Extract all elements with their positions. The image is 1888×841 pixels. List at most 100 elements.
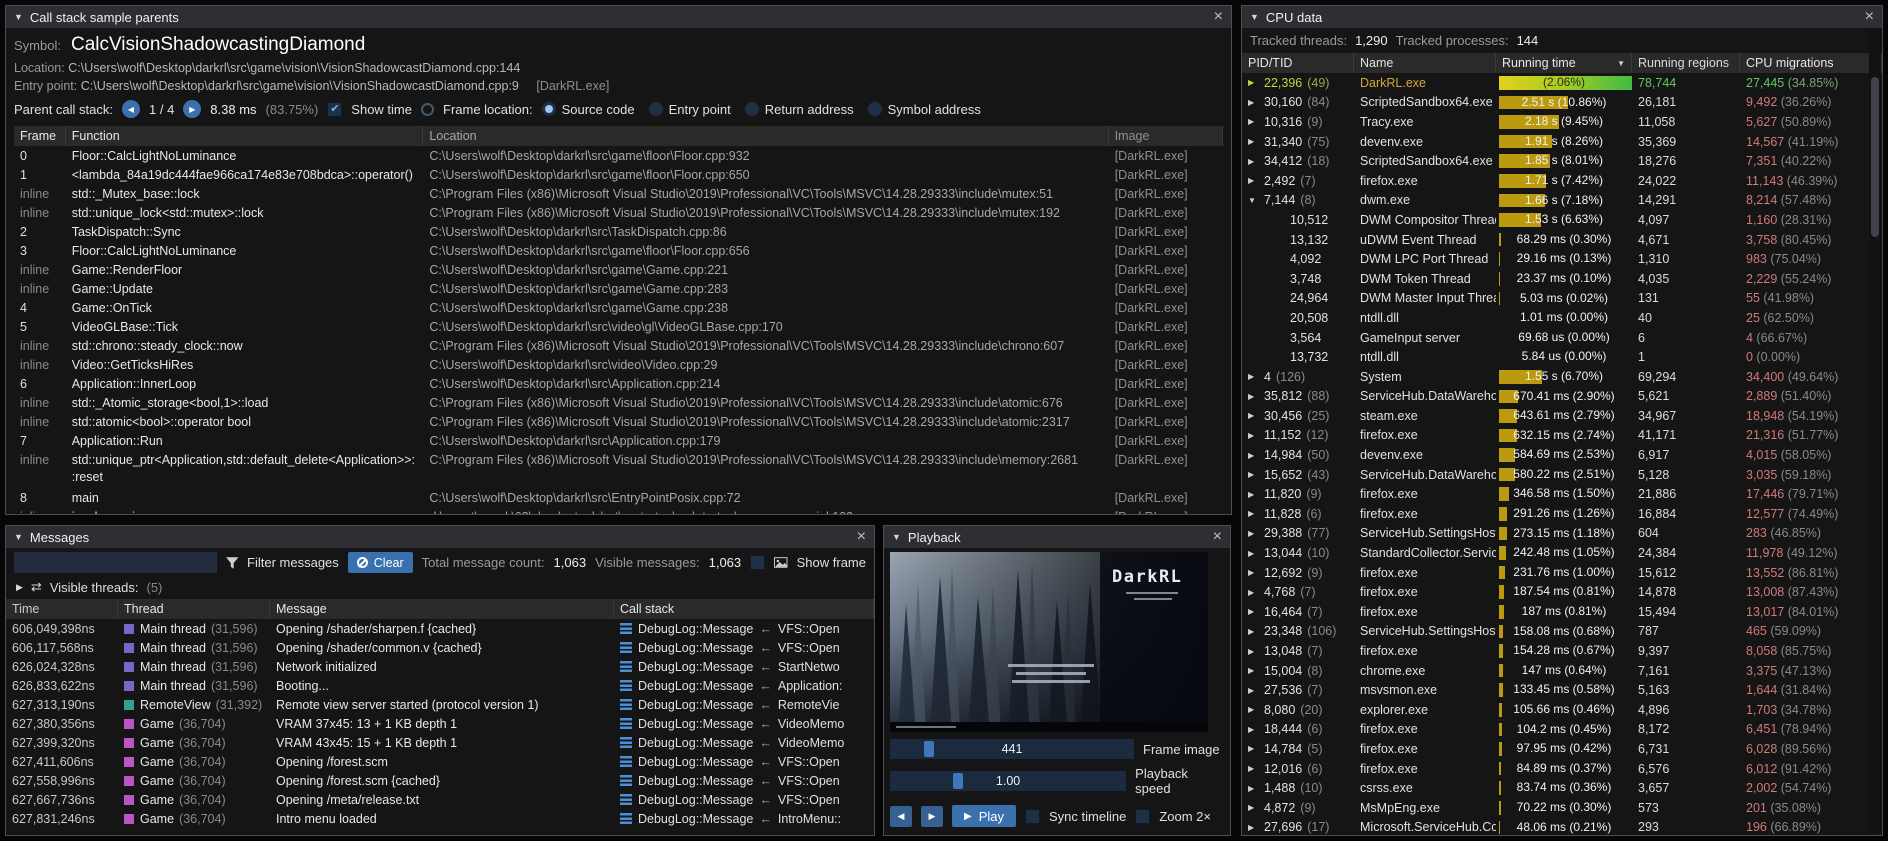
next-frame-button[interactable]: ▶ xyxy=(921,806,943,827)
show-time-checkbox[interactable] xyxy=(327,102,342,117)
callstack-row[interactable]: 0Floor::CalcLightNoLuminanceC:\Users\wol… xyxy=(14,146,1223,165)
cpu-row[interactable]: ▶16,464(7)firefox.exe187 ms (0.81%)15,49… xyxy=(1242,602,1882,622)
playback-speed-slider[interactable]: 1.00 xyxy=(890,771,1126,791)
callstack-list-icon[interactable] xyxy=(620,661,632,672)
cpu-row[interactable]: ▼7,144(8)dwm.exe1.66 s (7.18%)14,2918,21… xyxy=(1242,191,1882,211)
cpu-row[interactable]: ▶27,696(17)Microsoft.ServiceHub.Co48.06 … xyxy=(1242,818,1882,836)
radio-icon[interactable] xyxy=(649,102,663,116)
message-row[interactable]: 606,049,398nsMain thread(31,596)Opening … xyxy=(6,619,874,638)
callstack-list-icon[interactable] xyxy=(620,737,632,748)
callstack-list-icon[interactable] xyxy=(620,623,632,634)
expand-icon[interactable]: ▶ xyxy=(1248,78,1259,87)
expand-icon[interactable]: ▶ xyxy=(1248,451,1259,460)
callstack-list-icon[interactable] xyxy=(620,642,632,653)
message-row[interactable]: 627,411,606nsGame(36,704)Opening /forest… xyxy=(6,752,874,771)
message-row[interactable]: 627,831,246nsGame(36,704)Intro menu load… xyxy=(6,809,874,828)
cpu-row[interactable]: ▶18,444(6)firefox.exe104.2 ms (0.45%)8,1… xyxy=(1242,720,1882,740)
cpu-row[interactable]: ▶11,828(6)firefox.exe291.26 ms (1.26%)16… xyxy=(1242,504,1882,524)
expand-icon[interactable]: ▶ xyxy=(1248,705,1259,714)
expand-icon[interactable]: ▶ xyxy=(1248,470,1259,479)
cpu-row[interactable]: 24,964DWM Master Input Thread5.03 ms (0.… xyxy=(1242,289,1882,309)
callstack-row[interactable]: inlinestd::atomic<bool>::operator boolC:… xyxy=(14,412,1223,431)
callstack-list-icon[interactable] xyxy=(620,699,632,710)
expand-icon[interactable]: ▶ xyxy=(1248,509,1259,518)
filter-input[interactable] xyxy=(14,552,217,573)
cpu-row[interactable]: 13,732ntdll.dll5.84 us (0.00%)10 (0.00%) xyxy=(1242,347,1882,367)
cpu-row[interactable]: ▶4,872(9)MsMpEng.exe70.22 ms (0.30%)5732… xyxy=(1242,798,1882,818)
cpu-row[interactable]: ▶35,812(88)ServiceHub.DataWarehou670.41 … xyxy=(1242,387,1882,407)
cpu-row[interactable]: ▶10,316(9)Tracy.exe2.18 s (9.45%)11,0585… xyxy=(1242,112,1882,132)
callstack-row[interactable]: inlinestd::_Mutex_base::lockC:\Program F… xyxy=(14,184,1223,203)
expand-icon[interactable]: ▶ xyxy=(1248,568,1259,577)
cpu-row[interactable]: 3,564GameInput server69.68 us (0.00%)64 … xyxy=(1242,328,1882,348)
callstack-row[interactable]: inlineinvoke_maind:\agent\_work\63\s\src… xyxy=(14,507,1223,515)
expand-icon[interactable]: ▶ xyxy=(1248,137,1259,146)
expand-icon[interactable]: ▶ xyxy=(1248,607,1259,616)
cpu-row[interactable]: ▶30,456(25)steam.exe643.61 ms (2.79%)34,… xyxy=(1242,406,1882,426)
callstack-row[interactable]: inlinestd::unique_ptr<Application,std::d… xyxy=(14,450,1223,488)
expand-icon[interactable]: ▶ xyxy=(1248,411,1259,420)
play-button[interactable]: ▶ Play xyxy=(952,805,1016,827)
callstack-row[interactable]: 1<lambda_84a19dc444fae966ca174e83e708bdc… xyxy=(14,165,1223,184)
window-titlebar[interactable]: ▼ Call stack sample parents × xyxy=(6,6,1231,28)
expand-icon[interactable]: ▶ xyxy=(16,582,23,593)
expand-icon[interactable]: ▶ xyxy=(1248,764,1259,773)
cpu-row[interactable]: ▶13,044(10)StandardCollector.Servic242.4… xyxy=(1242,543,1882,563)
column-header-function[interactable]: Function xyxy=(66,126,424,146)
cpu-row[interactable]: ▶12,016(6)firefox.exe84.89 ms (0.37%)6,5… xyxy=(1242,759,1882,779)
expand-icon[interactable]: ▶ xyxy=(1248,627,1259,636)
column-header-pid-tid[interactable]: PID/TID xyxy=(1242,53,1354,73)
cpu-row[interactable]: ▶15,004(8)chrome.exe147 ms (0.64%)7,1613… xyxy=(1242,661,1882,681)
callstack-row[interactable]: inlineVideo::GetTicksHiResC:\Users\wolf\… xyxy=(14,355,1223,374)
prev-frame-button[interactable]: ◀ xyxy=(890,806,912,827)
cpu-row[interactable]: 10,512DWM Compositor Thread1.53 s (6.63%… xyxy=(1242,210,1882,230)
frame-image-slider[interactable]: 441 xyxy=(890,739,1134,759)
expand-icon[interactable]: ▶ xyxy=(1248,117,1259,126)
callstack-row[interactable]: 8mainC:\Users\wolf\Desktop\darkrl\src\En… xyxy=(14,488,1223,507)
cpu-row[interactable]: ▶11,152(12)firefox.exe632.15 ms (2.74%)4… xyxy=(1242,426,1882,446)
playback-frame-image[interactable]: DarkRL xyxy=(890,552,1208,732)
cpu-row[interactable]: ▶29,388(77)ServiceHub.SettingsHost273.15… xyxy=(1242,524,1882,544)
cpu-row[interactable]: 13,132uDWM Event Thread68.29 ms (0.30%)4… xyxy=(1242,230,1882,250)
cpu-row[interactable]: ▶27,536(7)msvsmon.exe133.45 ms (0.58%)5,… xyxy=(1242,680,1882,700)
cpu-row[interactable]: ▶13,048(7)firefox.exe154.28 ms (0.67%)9,… xyxy=(1242,641,1882,661)
expand-icon[interactable]: ▶ xyxy=(1248,372,1259,381)
collapse-icon[interactable]: ▼ xyxy=(14,12,23,22)
callstack-list-icon[interactable] xyxy=(620,813,632,824)
window-titlebar[interactable]: ▼ Messages × xyxy=(6,526,874,548)
cpu-row[interactable]: 3,748DWM Token Thread23.37 ms (0.10%)4,0… xyxy=(1242,269,1882,289)
cpu-row[interactable]: ▶2,492(7)firefox.exe1.71 s (7.42%)24,022… xyxy=(1242,171,1882,191)
expand-icon[interactable]: ▶ xyxy=(1248,529,1259,538)
collapse-icon[interactable]: ▼ xyxy=(1248,196,1259,205)
expand-icon[interactable]: ▶ xyxy=(1248,549,1259,558)
expand-icon[interactable]: ▶ xyxy=(1248,823,1259,832)
expand-icon[interactable]: ▶ xyxy=(1248,686,1259,695)
expand-icon[interactable]: ▶ xyxy=(1248,176,1259,185)
message-row[interactable]: 627,313,190nsRemoteView(31,392)Remote vi… xyxy=(6,695,874,714)
collapse-icon[interactable]: ▼ xyxy=(892,532,901,542)
prev-callstack-button[interactable]: ◀ xyxy=(122,100,140,118)
column-header-time[interactable]: Time xyxy=(6,599,118,619)
expand-icon[interactable]: ▶ xyxy=(1248,744,1259,753)
callstack-row[interactable]: 7Application::RunC:\Users\wolf\Desktop\d… xyxy=(14,431,1223,450)
message-row[interactable]: 627,380,356nsGame(36,704)VRAM 37x45: 13 … xyxy=(6,714,874,733)
frame-location-option[interactable]: Source code xyxy=(542,102,635,117)
expand-icon[interactable]: ▶ xyxy=(1248,647,1259,656)
vertical-scrollbar[interactable] xyxy=(1869,29,1881,834)
expand-icon[interactable]: ▶ xyxy=(1248,98,1259,107)
callstack-row[interactable]: 4Game::OnTickC:\Users\wolf\Desktop\darkr… xyxy=(14,298,1223,317)
message-row[interactable]: 606,117,568nsMain thread(31,596)Opening … xyxy=(6,638,874,657)
callstack-row[interactable]: 3Floor::CalcLightNoLuminanceC:\Users\wol… xyxy=(14,241,1223,260)
column-header-message[interactable]: Message xyxy=(270,599,614,619)
column-header-image[interactable]: Image xyxy=(1109,126,1223,146)
cpu-row[interactable]: ▶34,412(18)ScriptedSandbox64.exe1.85 s (… xyxy=(1242,151,1882,171)
cpu-row[interactable]: ▶4(126)System1.55 s (6.70%)69,29434,400 … xyxy=(1242,367,1882,387)
cpu-row[interactable]: ▶15,652(43)ServiceHub.DataWarehou580.22 … xyxy=(1242,465,1882,485)
callstack-row[interactable]: 6Application::InnerLoopC:\Users\wolf\Des… xyxy=(14,374,1223,393)
expand-icon[interactable]: ▶ xyxy=(1248,666,1259,675)
cpu-row[interactable]: ▶31,340(75)devenv.exe1.91 s (8.26%)35,36… xyxy=(1242,132,1882,152)
column-header-running-time[interactable]: Running time ▼ xyxy=(1496,53,1632,73)
message-row[interactable]: 627,667,736nsGame(36,704)Opening /meta/r… xyxy=(6,790,874,809)
callstack-list-icon[interactable] xyxy=(620,756,632,767)
expand-icon[interactable]: ▶ xyxy=(1248,784,1259,793)
